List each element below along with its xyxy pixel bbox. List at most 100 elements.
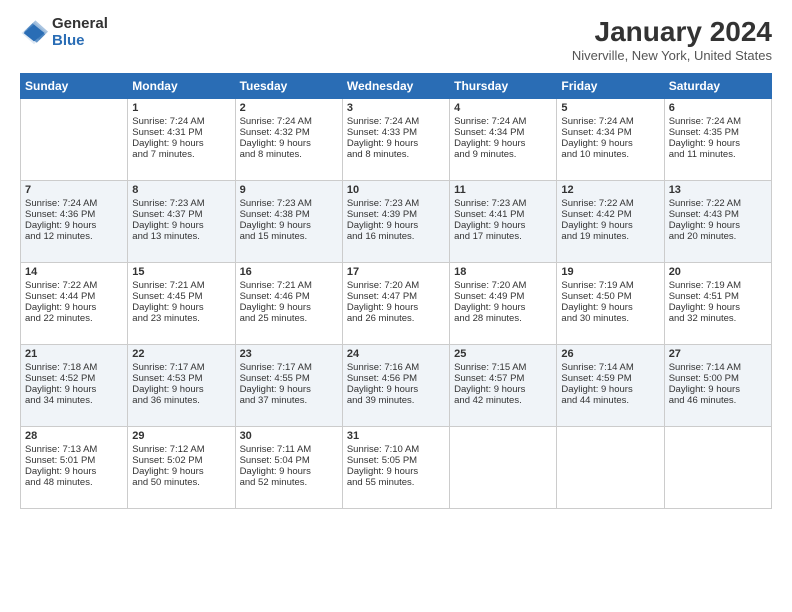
calendar-cell: 2Sunrise: 7:24 AMSunset: 4:32 PMDaylight… bbox=[235, 99, 342, 181]
logo-text: General Blue bbox=[52, 16, 108, 49]
cell-line: Sunrise: 7:24 AM bbox=[240, 116, 338, 127]
cell-line: Sunset: 4:31 PM bbox=[132, 127, 230, 138]
cell-line: Sunrise: 7:20 AM bbox=[454, 280, 552, 291]
cell-line: and 13 minutes. bbox=[132, 231, 230, 242]
cell-line: Daylight: 9 hours bbox=[454, 302, 552, 313]
cell-line: Sunrise: 7:24 AM bbox=[132, 116, 230, 127]
day-number: 8 bbox=[132, 184, 230, 196]
cell-line: and 50 minutes. bbox=[132, 477, 230, 488]
cell-line: and 28 minutes. bbox=[454, 313, 552, 324]
cell-line: Sunrise: 7:14 AM bbox=[669, 362, 767, 373]
cell-line: and 16 minutes. bbox=[347, 231, 445, 242]
calendar-cell: 25Sunrise: 7:15 AMSunset: 4:57 PMDayligh… bbox=[450, 345, 557, 427]
cell-line: Daylight: 9 hours bbox=[25, 302, 123, 313]
calendar-cell: 19Sunrise: 7:19 AMSunset: 4:50 PMDayligh… bbox=[557, 263, 664, 345]
calendar-page: General Blue January 2024 Niverville, Ne… bbox=[0, 0, 792, 612]
cell-line: Daylight: 9 hours bbox=[132, 466, 230, 477]
day-number: 1 bbox=[132, 102, 230, 114]
cell-line: and 20 minutes. bbox=[669, 231, 767, 242]
cell-line: Daylight: 9 hours bbox=[25, 384, 123, 395]
cell-line: Sunrise: 7:22 AM bbox=[561, 198, 659, 209]
cell-line: Sunrise: 7:14 AM bbox=[561, 362, 659, 373]
cell-line: Sunset: 4:44 PM bbox=[25, 291, 123, 302]
calendar-cell: 15Sunrise: 7:21 AMSunset: 4:45 PMDayligh… bbox=[128, 263, 235, 345]
cell-line: Sunset: 4:45 PM bbox=[132, 291, 230, 302]
cell-line: Sunrise: 7:23 AM bbox=[347, 198, 445, 209]
cell-line: Sunrise: 7:24 AM bbox=[669, 116, 767, 127]
day-number: 18 bbox=[454, 266, 552, 278]
th-monday: Monday bbox=[128, 74, 235, 99]
day-number: 21 bbox=[25, 348, 123, 360]
cell-line: Sunrise: 7:22 AM bbox=[669, 198, 767, 209]
cell-line: Sunrise: 7:21 AM bbox=[240, 280, 338, 291]
calendar-cell: 27Sunrise: 7:14 AMSunset: 5:00 PMDayligh… bbox=[664, 345, 771, 427]
day-number: 25 bbox=[454, 348, 552, 360]
calendar-cell: 9Sunrise: 7:23 AMSunset: 4:38 PMDaylight… bbox=[235, 181, 342, 263]
th-thursday: Thursday bbox=[450, 74, 557, 99]
cell-line: Daylight: 9 hours bbox=[132, 302, 230, 313]
day-number: 26 bbox=[561, 348, 659, 360]
th-wednesday: Wednesday bbox=[342, 74, 449, 99]
cell-line: Daylight: 9 hours bbox=[669, 302, 767, 313]
cell-line: Daylight: 9 hours bbox=[347, 466, 445, 477]
cell-line: and 9 minutes. bbox=[454, 149, 552, 160]
calendar-cell: 23Sunrise: 7:17 AMSunset: 4:55 PMDayligh… bbox=[235, 345, 342, 427]
cell-line: Sunrise: 7:24 AM bbox=[561, 116, 659, 127]
cell-line: and 48 minutes. bbox=[25, 477, 123, 488]
cell-line: Sunset: 4:34 PM bbox=[561, 127, 659, 138]
day-number: 7 bbox=[25, 184, 123, 196]
day-number: 30 bbox=[240, 430, 338, 442]
calendar-cell bbox=[450, 427, 557, 509]
month-title: January 2024 bbox=[572, 16, 772, 48]
cell-line: Daylight: 9 hours bbox=[669, 220, 767, 231]
cell-line: Daylight: 9 hours bbox=[132, 384, 230, 395]
calendar-cell: 11Sunrise: 7:23 AMSunset: 4:41 PMDayligh… bbox=[450, 181, 557, 263]
calendar-header: Sunday Monday Tuesday Wednesday Thursday… bbox=[21, 74, 772, 99]
cell-line: Sunrise: 7:23 AM bbox=[132, 198, 230, 209]
calendar-cell bbox=[557, 427, 664, 509]
calendar-week-5: 28Sunrise: 7:13 AMSunset: 5:01 PMDayligh… bbox=[21, 427, 772, 509]
calendar-cell: 10Sunrise: 7:23 AMSunset: 4:39 PMDayligh… bbox=[342, 181, 449, 263]
cell-line: Sunset: 4:55 PM bbox=[240, 373, 338, 384]
logo: General Blue bbox=[20, 16, 108, 49]
cell-line: and 52 minutes. bbox=[240, 477, 338, 488]
calendar-cell: 12Sunrise: 7:22 AMSunset: 4:42 PMDayligh… bbox=[557, 181, 664, 263]
cell-line: Daylight: 9 hours bbox=[347, 384, 445, 395]
cell-line: Sunset: 4:57 PM bbox=[454, 373, 552, 384]
header-row: Sunday Monday Tuesday Wednesday Thursday… bbox=[21, 74, 772, 99]
cell-line: Sunset: 4:52 PM bbox=[25, 373, 123, 384]
day-number: 4 bbox=[454, 102, 552, 114]
day-number: 2 bbox=[240, 102, 338, 114]
cell-line: Sunset: 4:43 PM bbox=[669, 209, 767, 220]
logo-icon bbox=[20, 19, 48, 47]
cell-line: Daylight: 9 hours bbox=[561, 384, 659, 395]
cell-line: and 17 minutes. bbox=[454, 231, 552, 242]
logo-general-text: General bbox=[52, 16, 108, 33]
cell-line: Sunset: 4:34 PM bbox=[454, 127, 552, 138]
cell-line: Sunrise: 7:19 AM bbox=[669, 280, 767, 291]
th-saturday: Saturday bbox=[664, 74, 771, 99]
calendar-cell: 5Sunrise: 7:24 AMSunset: 4:34 PMDaylight… bbox=[557, 99, 664, 181]
cell-line: and 32 minutes. bbox=[669, 313, 767, 324]
calendar-cell: 30Sunrise: 7:11 AMSunset: 5:04 PMDayligh… bbox=[235, 427, 342, 509]
calendar-cell: 1Sunrise: 7:24 AMSunset: 4:31 PMDaylight… bbox=[128, 99, 235, 181]
cell-line: Sunset: 4:47 PM bbox=[347, 291, 445, 302]
cell-line: Daylight: 9 hours bbox=[240, 220, 338, 231]
header: General Blue January 2024 Niverville, Ne… bbox=[20, 16, 772, 63]
th-sunday: Sunday bbox=[21, 74, 128, 99]
cell-line: Sunset: 4:42 PM bbox=[561, 209, 659, 220]
cell-line: and 23 minutes. bbox=[132, 313, 230, 324]
cell-line: Sunrise: 7:12 AM bbox=[132, 444, 230, 455]
calendar-cell: 4Sunrise: 7:24 AMSunset: 4:34 PMDaylight… bbox=[450, 99, 557, 181]
cell-line: Sunset: 5:05 PM bbox=[347, 455, 445, 466]
cell-line: Daylight: 9 hours bbox=[454, 384, 552, 395]
cell-line: Daylight: 9 hours bbox=[347, 220, 445, 231]
day-number: 28 bbox=[25, 430, 123, 442]
cell-line: Sunset: 5:02 PM bbox=[132, 455, 230, 466]
cell-line: Daylight: 9 hours bbox=[669, 384, 767, 395]
cell-line: Sunset: 4:49 PM bbox=[454, 291, 552, 302]
cell-line: Daylight: 9 hours bbox=[240, 466, 338, 477]
day-number: 5 bbox=[561, 102, 659, 114]
cell-line: Sunrise: 7:18 AM bbox=[25, 362, 123, 373]
cell-line: Sunrise: 7:20 AM bbox=[347, 280, 445, 291]
